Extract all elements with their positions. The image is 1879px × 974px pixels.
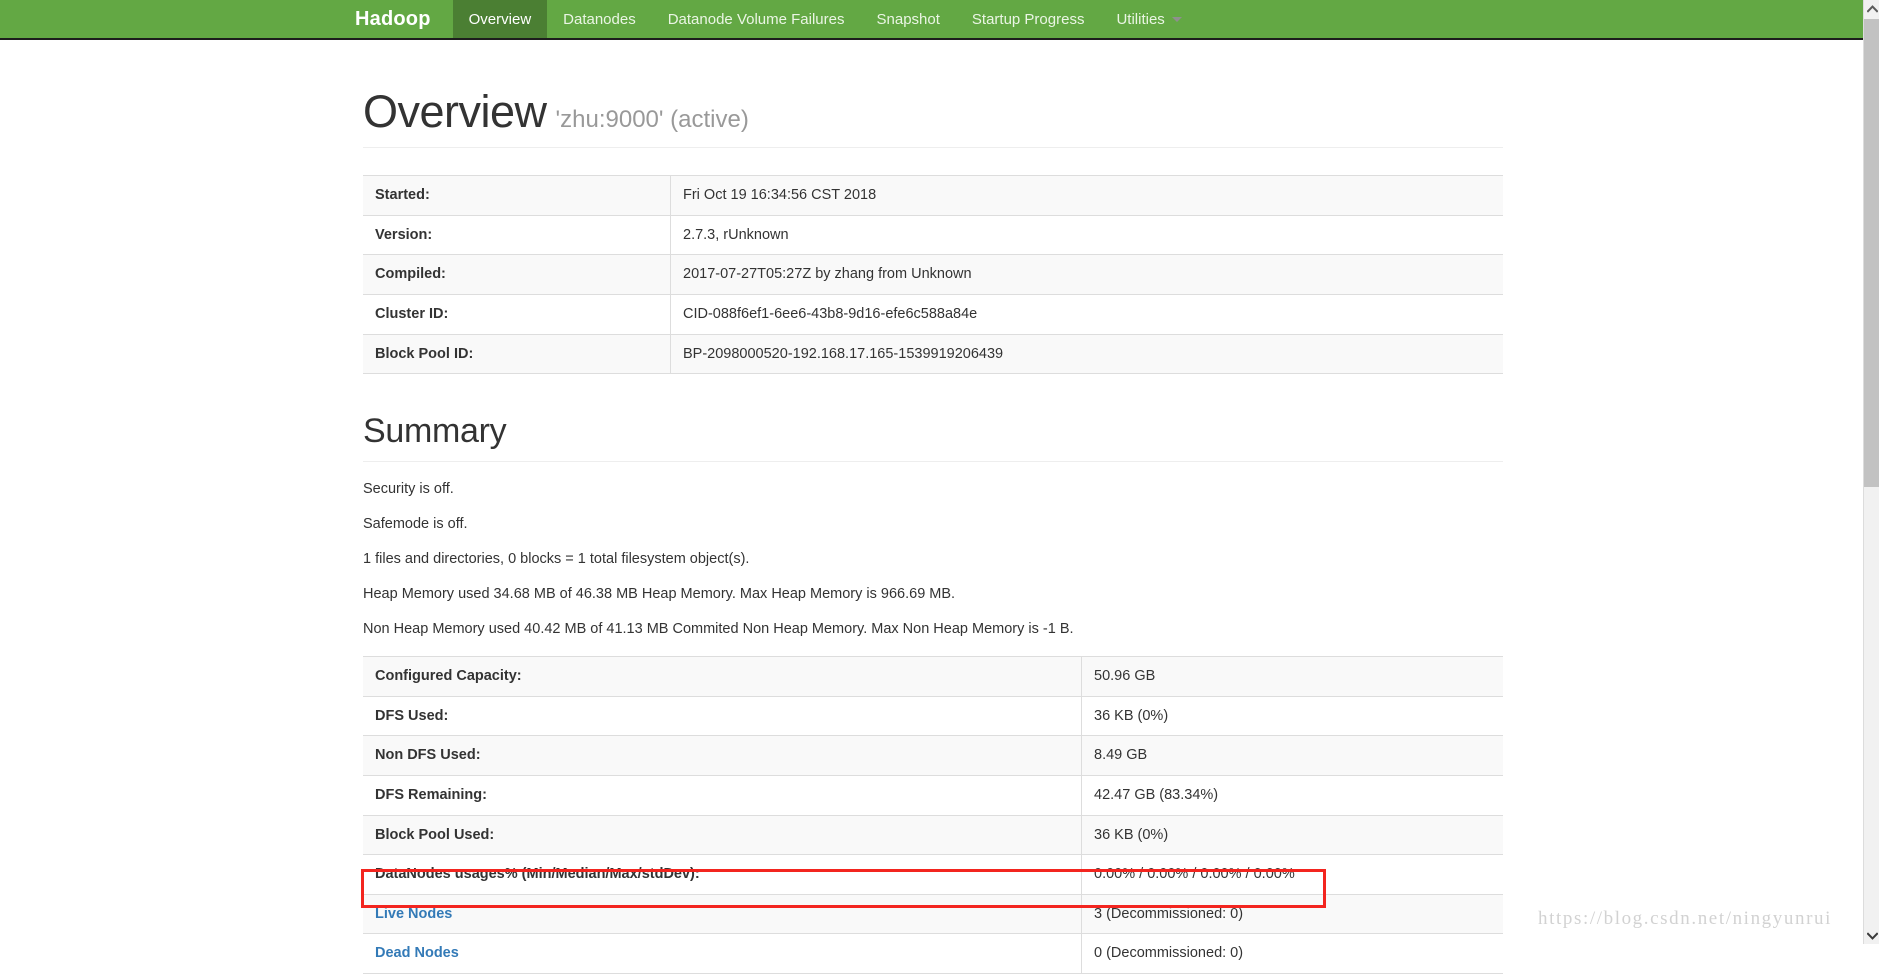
table-row: Version: 2.7.3, rUnknown bbox=[363, 214, 1503, 256]
nav-item-utilities[interactable]: Utilities bbox=[1100, 0, 1197, 38]
startup-info-table: Started: Fri Oct 19 16:34:56 CST 2018 Ve… bbox=[363, 175, 1503, 375]
table-row: Cluster ID: CID-088f6ef1-6ee6-43b8-9d16-… bbox=[363, 293, 1503, 335]
nav-item-datanodes[interactable]: Datanodes bbox=[547, 0, 652, 38]
summary-table: Configured Capacity: 50.96 GB DFS Used: … bbox=[363, 656, 1503, 974]
row-value-dfs-used: 36 KB (0%) bbox=[1081, 695, 1503, 737]
table-row-dead-nodes: Dead Nodes 0 (Decommissioned: 0) bbox=[363, 933, 1503, 974]
row-key-version: Version: bbox=[363, 214, 671, 256]
nav-item-snapshot[interactable]: Snapshot bbox=[861, 0, 956, 38]
row-key-non-dfs-used: Non DFS Used: bbox=[363, 735, 1082, 776]
row-key-compiled: Compiled: bbox=[363, 254, 671, 295]
row-value-version: 2.7.3, rUnknown bbox=[670, 214, 1503, 256]
table-row: DFS Remaining: 42.47 GB (83.34%) bbox=[363, 774, 1503, 816]
page-subtitle: 'zhu:9000' (active) bbox=[555, 106, 749, 133]
table-row: Compiled: 2017-07-27T05:27Z by zhang fro… bbox=[363, 254, 1503, 295]
row-value-non-dfs-used: 8.49 GB bbox=[1081, 735, 1503, 776]
chevron-down-icon bbox=[1866, 931, 1878, 940]
watermark-text: https://blog.csdn.net/ningyunrui bbox=[1538, 908, 1832, 929]
row-key-configured-capacity: Configured Capacity: bbox=[363, 656, 1082, 697]
nav-item-startup-progress[interactable]: Startup Progress bbox=[956, 0, 1101, 38]
row-key-block-pool-used: Block Pool Used: bbox=[363, 814, 1082, 856]
row-value-cluster-id: CID-088f6ef1-6ee6-43b8-9d16-efe6c588a84e bbox=[670, 293, 1503, 335]
table-row: Started: Fri Oct 19 16:34:56 CST 2018 bbox=[363, 175, 1503, 216]
nav-label-overview: Overview bbox=[468, 10, 532, 28]
row-value-live-nodes: 3 (Decommissioned: 0) bbox=[1081, 893, 1503, 935]
navbar-items: Hadoop Overview Datanodes Datanode Volum… bbox=[355, 0, 1198, 38]
table-row: Configured Capacity: 50.96 GB bbox=[363, 656, 1503, 697]
summary-line-security: Security is off. bbox=[363, 481, 454, 498]
nav-item-datanode-volume-failures[interactable]: Datanode Volume Failures bbox=[652, 0, 861, 38]
row-value-datanodes-usages: 0.00% / 0.00% / 0.00% / 0.00% bbox=[1081, 854, 1503, 895]
nav-label-datanode-volume-failures: Datanode Volume Failures bbox=[667, 10, 845, 28]
nav-label-datanodes: Datanodes bbox=[563, 10, 636, 28]
summary-line-filesystem-objects: 1 files and directories, 0 blocks = 1 to… bbox=[363, 551, 750, 568]
scrollbar-up-arrow[interactable] bbox=[1864, 0, 1879, 17]
page-title: Overview 'zhu:9000' (active) bbox=[363, 88, 1503, 135]
row-key-dfs-remaining: DFS Remaining: bbox=[363, 774, 1082, 816]
row-value-configured-capacity: 50.96 GB bbox=[1081, 656, 1503, 697]
scrollbar-down-arrow[interactable] bbox=[1864, 927, 1879, 944]
nav-item-overview[interactable]: Overview bbox=[452, 0, 548, 38]
row-key-datanodes-usages: DataNodes usages% (Min/Median/Max/stdDev… bbox=[363, 854, 1082, 895]
table-row: Non DFS Used: 8.49 GB bbox=[363, 735, 1503, 776]
page-title-text: Overview bbox=[363, 86, 547, 137]
page-header: Overview 'zhu:9000' (active) bbox=[363, 40, 1503, 149]
nav-label-snapshot: Snapshot bbox=[876, 10, 940, 28]
page-container: Overview 'zhu:9000' (active) Started: Fri… bbox=[363, 40, 1503, 974]
table-row: Block Pool ID: BP-2098000520-192.168.17.… bbox=[363, 333, 1503, 375]
chevron-down-icon bbox=[1171, 16, 1182, 22]
row-key-started: Started: bbox=[363, 175, 671, 216]
summary-line-heap-memory: Heap Memory used 34.68 MB of 46.38 MB He… bbox=[363, 586, 956, 603]
row-key-block-pool-id: Block Pool ID: bbox=[363, 333, 671, 375]
row-value-compiled: 2017-07-27T05:27Z by zhang from Unknown bbox=[670, 254, 1503, 295]
row-key-dead-nodes: Dead Nodes bbox=[363, 933, 1082, 974]
row-key-live-nodes: Live Nodes bbox=[363, 893, 1082, 935]
vertical-scrollbar[interactable] bbox=[1863, 0, 1879, 944]
dead-nodes-link[interactable]: Dead Nodes bbox=[375, 945, 459, 961]
row-key-dfs-used: DFS Used: bbox=[363, 695, 1082, 737]
table-row: DataNodes usages% (Min/Median/Max/stdDev… bbox=[363, 854, 1503, 895]
summary-line-safemode: Safemode is off. bbox=[363, 516, 468, 533]
scrollbar-thumb[interactable] bbox=[1864, 19, 1879, 487]
summary-heading: Summary bbox=[363, 374, 1503, 463]
summary-status-lines: Security is off. Safemode is off. 1 file… bbox=[363, 462, 1503, 640]
live-nodes-link[interactable]: Live Nodes bbox=[375, 906, 452, 922]
top-navbar: Hadoop Overview Datanodes Datanode Volum… bbox=[0, 0, 1879, 40]
row-value-dead-nodes: 0 (Decommissioned: 0) bbox=[1081, 933, 1503, 974]
summary-line-non-heap-memory: Non Heap Memory used 40.42 MB of 41.13 M… bbox=[363, 621, 1074, 638]
row-value-block-pool-used: 36 KB (0%) bbox=[1081, 814, 1503, 856]
chevron-up-icon bbox=[1866, 4, 1878, 13]
nav-label-utilities: Utilities bbox=[1116, 10, 1165, 28]
row-key-cluster-id: Cluster ID: bbox=[363, 293, 671, 335]
table-row: Block Pool Used: 36 KB (0%) bbox=[363, 814, 1503, 856]
nav-label-startup-progress: Startup Progress bbox=[971, 10, 1085, 28]
hadoop-brand[interactable]: Hadoop bbox=[355, 0, 453, 38]
table-row: DFS Used: 36 KB (0%) bbox=[363, 695, 1503, 737]
row-value-block-pool-id: BP-2098000520-192.168.17.165-15399192064… bbox=[670, 333, 1503, 375]
row-value-dfs-remaining: 42.47 GB (83.34%) bbox=[1081, 774, 1503, 816]
table-row-live-nodes: Live Nodes 3 (Decommissioned: 0) bbox=[363, 893, 1503, 935]
row-value-started: Fri Oct 19 16:34:56 CST 2018 bbox=[670, 175, 1503, 216]
